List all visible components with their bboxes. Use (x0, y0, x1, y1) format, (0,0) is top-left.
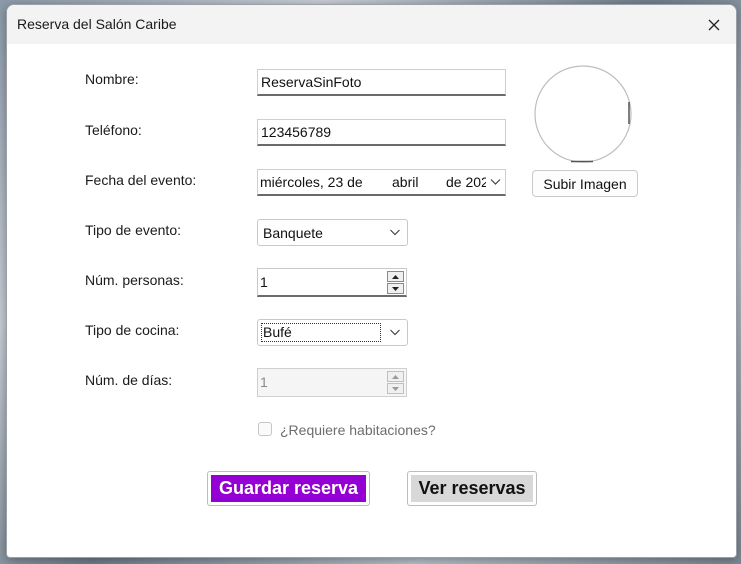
photo-placeholder-icon (534, 65, 632, 163)
num-dias-label: Núm. de días: (85, 372, 173, 388)
tipo-evento-value: Banquete (263, 225, 323, 241)
habitaciones-label: ¿Requiere habitaciones? (280, 422, 436, 438)
view-reservations-button[interactable]: Ver reservas (407, 471, 537, 506)
num-personas-stepper[interactable]: 1 (257, 268, 407, 297)
num-dias-stepper: 1 (257, 368, 407, 397)
stepper-down-button[interactable] (387, 283, 404, 294)
tipo-cocina-label: Tipo de cocina: (85, 322, 180, 338)
upload-image-button[interactable]: Subir Imagen (532, 170, 638, 197)
triangle-down-icon (392, 386, 399, 391)
save-reservation-label: Guardar reserva (211, 475, 366, 502)
triangle-up-icon (392, 374, 399, 379)
fecha-year[interactable]: de 202 (446, 170, 486, 194)
num-personas-value: 1 (260, 274, 268, 290)
nombre-input[interactable]: ReservaSinFoto (257, 69, 506, 96)
fecha-day[interactable]: miércoles, 23 de (260, 174, 363, 190)
chevron-down-icon (390, 329, 400, 336)
tipo-evento-label: Tipo de evento: (85, 222, 181, 238)
triangle-down-icon (392, 286, 399, 291)
nombre-label: Nombre: (85, 71, 139, 87)
fecha-date-picker[interactable]: miércoles, 23 de abril de 202 (257, 169, 506, 196)
num-personas-label: Núm. personas: (85, 272, 184, 288)
title-bar: Reserva del Salón Caribe (7, 5, 736, 44)
stepper-up-button (387, 371, 404, 382)
reservation-dialog: Reserva del Salón Caribe Nombre: Reserva… (6, 4, 737, 558)
chevron-down-icon[interactable] (490, 178, 501, 186)
close-button[interactable] (692, 5, 736, 44)
telefono-input[interactable]: 123456789 (257, 119, 506, 146)
stepper-up-button[interactable] (387, 271, 404, 282)
tipo-evento-select[interactable]: Banquete (257, 219, 408, 246)
fecha-label: Fecha del evento: (85, 172, 197, 188)
num-dias-value: 1 (260, 374, 268, 390)
window-title: Reserva del Salón Caribe (17, 16, 177, 32)
triangle-up-icon (392, 274, 399, 279)
telefono-label: Teléfono: (85, 122, 142, 138)
view-reservations-label: Ver reservas (411, 475, 533, 502)
stepper-down-button (387, 383, 404, 394)
chevron-down-icon (390, 229, 400, 236)
tipo-cocina-select[interactable]: Bufé (257, 319, 408, 346)
save-reservation-button[interactable]: Guardar reserva (207, 471, 370, 506)
habitaciones-checkbox (258, 422, 272, 436)
tipo-cocina-value: Bufé (261, 323, 381, 342)
fecha-month[interactable]: abril (392, 170, 418, 194)
close-icon (708, 19, 720, 30)
